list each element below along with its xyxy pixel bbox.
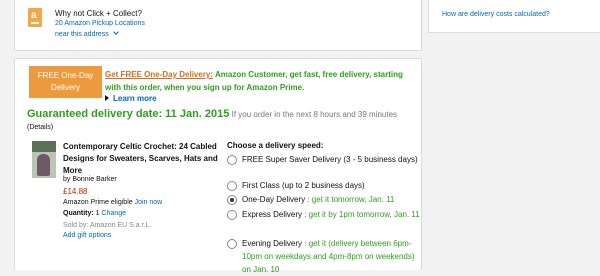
product-title: Contemporary Celtic Crochet: 24 Cabled D… <box>63 142 218 175</box>
learn-more-label: Learn more <box>113 94 157 103</box>
product-price: £14.88 <box>63 187 88 196</box>
quantity-row: Quantity: 1 Change <box>63 210 126 217</box>
radio-button[interactable] <box>227 155 237 165</box>
cover-figure <box>37 154 50 176</box>
delivery-panel: FREE One-Day Delivery Get FREE One-Day D… <box>14 58 422 274</box>
option-text: First Class (up to 2 business days) <box>242 179 422 192</box>
radio-button[interactable] <box>227 239 237 249</box>
add-gift-options-link[interactable]: Add gift options <box>63 232 111 239</box>
prime-eligible-text: Amazon Prime eligible <box>63 199 135 206</box>
pickup-locations-link[interactable]: 20 Amazon Pickup Locations <box>55 20 145 27</box>
badge-line-1: FREE One-Day <box>37 71 94 80</box>
triangle-right-icon <box>105 95 109 101</box>
near-address-dropdown[interactable]: near this address <box>55 29 119 38</box>
near-address-label: near this address <box>55 31 109 38</box>
sold-by: Sold by: Amazon EU S.a.r.L. <box>63 222 152 229</box>
join-prime-link[interactable]: Join now <box>135 199 163 206</box>
option-text: Express Delivery : get it by 1pm tomorro… <box>242 208 422 221</box>
option-label: Evening Delivery <box>242 239 303 248</box>
option-label: First Class (up to 2 business days) <box>242 181 365 190</box>
radio-button[interactable] <box>227 210 237 220</box>
help-panel: How are delivery costs calculated? <box>428 0 600 33</box>
change-quantity-link[interactable]: Change <box>100 210 127 217</box>
click-collect-heading: Why not Click + Collect? <box>55 9 142 18</box>
quantity-label: Quantity: <box>63 210 96 217</box>
option-note: : get it tomorrow, Jan. 11 <box>305 195 395 204</box>
radio-button[interactable] <box>227 181 237 191</box>
badge-line-2: Delivery <box>51 83 80 92</box>
amazon-pickup-icon <box>28 8 42 27</box>
one-day-promo-link[interactable]: Get FREE One-Day Delivery: <box>105 70 213 79</box>
option-label: Express Delivery <box>242 210 303 219</box>
order-window-text: If you order in the next 8 hours and 39 … <box>229 110 398 119</box>
learn-more-link[interactable]: Learn more <box>105 94 157 103</box>
prime-eligible: Amazon Prime eligible Join now <box>63 199 162 206</box>
option-note: : get it by 1pm tomorrow, Jan. 11 <box>302 210 420 219</box>
click-collect-panel: Why not Click + Collect? 20 Amazon Picku… <box>14 0 422 51</box>
book-cover-image[interactable] <box>32 141 56 178</box>
free-one-day-badge: FREE One-Day Delivery <box>29 66 102 98</box>
delivery-costs-link[interactable]: How are delivery costs calculated? <box>442 11 550 18</box>
cover-stripe <box>32 141 56 152</box>
radio-button-selected[interactable] <box>227 195 237 205</box>
details-link[interactable]: (Details) <box>27 124 53 131</box>
option-text: FREE Super Saver Delivery (3 - 5 busines… <box>242 153 422 166</box>
product-author: by Bonnie Barker <box>63 176 117 183</box>
guaranteed-delivery-date: Guaranteed delivery date: 11 Jan. 2015 I… <box>27 108 397 120</box>
chevron-down-icon <box>112 29 119 35</box>
guaranteed-date-text: Guaranteed delivery date: 11 Jan. 2015 <box>27 108 230 120</box>
option-label: FREE Super Saver Delivery (3 - 5 busines… <box>242 155 418 164</box>
option-text: One-Day Delivery : get it tomorrow, Jan.… <box>242 193 422 206</box>
option-label: One-Day Delivery <box>242 195 306 204</box>
option-text: Evening Delivery : get it (delivery betw… <box>242 237 422 276</box>
delivery-speed-heading: Choose a delivery speed: <box>227 141 324 150</box>
prime-promo: Get FREE One-Day Delivery: Amazon Custom… <box>105 68 405 94</box>
